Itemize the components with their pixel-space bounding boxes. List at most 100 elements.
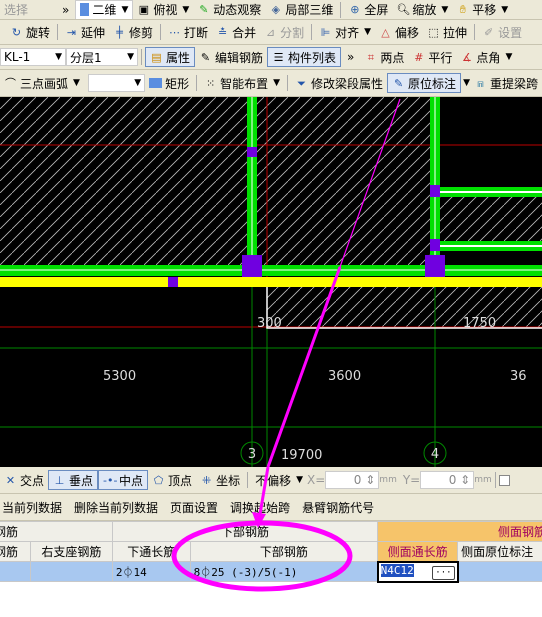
draw-mode-select[interactable]: ▼ (87, 74, 146, 92)
fullscreen-button[interactable]: ⊕ 全屏 (344, 0, 392, 19)
rect-icon (149, 78, 163, 88)
hand-icon: ✋︎ (459, 3, 466, 16)
pan-button[interactable]: ✋︎ 平移 ▼ (452, 0, 512, 19)
dim-3600: 3600 (328, 369, 361, 384)
parallel-button[interactable]: # 平行 (408, 47, 456, 67)
extend-button[interactable]: ⇥ 延伸 (61, 22, 109, 42)
beam-selected-span[interactable] (0, 277, 542, 287)
rotate-checkbox[interactable] (498, 474, 510, 486)
align-button[interactable]: ⊫ 对齐 ▼ (315, 22, 375, 42)
rebar-table: 钢筋 下部钢筋 侧面钢筋 钢筋 右支座钢筋 下通长筋 下部钢筋 侧面通长筋 侧面… (0, 521, 542, 583)
cross-icon: ✕ (5, 473, 16, 487)
break-icon: ⋯ (169, 25, 181, 39)
trim-button[interactable]: ╪ 修剪 (109, 22, 157, 42)
list-icon: ☰ (273, 50, 284, 64)
modify-span-button[interactable]: ⏷ 修改梁段属性 (291, 73, 387, 93)
properties-button[interactable]: ▤ 属性 (145, 47, 196, 67)
snap-toolbar: ✕ 交点 ⊥ 垂点 -•- 中点 ⬠ 顶点 ⁜ 坐标 不偏移 ▼ X= 0 ⇕ mm Y= … (0, 467, 542, 494)
snap-midpoint[interactable]: -•- 中点 (98, 470, 149, 490)
settings-icon: ✐ (483, 25, 494, 39)
smart-place-icon: ⁙ (206, 76, 216, 90)
slab-hatch (0, 97, 435, 265)
align-icon: ⊫ (320, 25, 331, 39)
zoom-button[interactable]: 🔍︎ 缩放 ▼ (392, 0, 452, 19)
split-button[interactable]: ⊿ 分割 (260, 22, 308, 42)
mark-icon: ✎ (393, 76, 404, 90)
column[interactable] (242, 255, 262, 277)
two-point-button[interactable]: ⌗ 两点 (360, 47, 408, 67)
column[interactable] (425, 255, 445, 277)
span-icon: ⩎ (477, 76, 484, 90)
merge-button[interactable]: ≛ 合并 (212, 22, 260, 42)
snap-perpendicular[interactable]: ⊥ 垂点 (48, 470, 99, 490)
cube-icon: ▣ (138, 3, 150, 16)
menu-page-setup[interactable]: 页面设置 (170, 499, 218, 516)
component-select[interactable]: KL-1 ▼ (0, 48, 66, 66)
axis-3: 3 (248, 447, 256, 462)
view-mode-select[interactable]: 二维 ▼ (75, 0, 134, 19)
snap-vertex[interactable]: ⬠ 顶点 (148, 470, 196, 490)
break-button[interactable]: ⋯ 打断 (164, 22, 212, 42)
arc-icon: ⌒ (5, 76, 16, 90)
x-offset-input[interactable]: 0 ⇕ (325, 471, 380, 489)
point-angle-button[interactable]: ∡ 点角 ▼ (456, 47, 516, 67)
pentagon-icon: ⬠ (153, 473, 164, 487)
snap-intersection[interactable]: ✕ 交点 (0, 470, 48, 490)
menu-cantilever-code[interactable]: 悬臂钢筋代号 (302, 499, 374, 516)
3d-icon: ◈ (271, 3, 281, 16)
col-rebar: 钢筋 (0, 541, 31, 562)
layer-select[interactable]: 分层1 ▼ (66, 48, 138, 66)
dim-1750: 1750 (463, 316, 496, 331)
offset-button[interactable]: △ 偏移 (375, 22, 423, 42)
two-point-icon: ⌗ (367, 50, 374, 64)
re-span-button[interactable]: ⩎ 重提梁跨 (470, 73, 542, 93)
menu-delete-column[interactable]: 删除当前列数据 (74, 499, 158, 516)
edit-rebar-button[interactable]: ✎ 编辑钢筋 (195, 47, 267, 67)
rect-button[interactable]: 矩形 (145, 73, 193, 93)
offset-icon: △ (381, 25, 390, 39)
midpoint-icon: -•- (103, 473, 118, 487)
rotate-icon: ↻ (11, 25, 22, 39)
col-side-through: 侧面通长筋 (377, 541, 459, 562)
inplace-mark-button[interactable]: ✎ 原位标注 (387, 73, 462, 93)
drawing-canvas[interactable]: 300 1750 5300 3600 36 19700 3 4 (0, 97, 542, 467)
y-offset-input[interactable]: 0 ⇕ (420, 471, 475, 489)
orbit-icon: ✎ (199, 3, 209, 16)
local3d-button[interactable]: ◈ 局部三维 (265, 0, 337, 19)
smart-place-button[interactable]: ⁙ 智能布置 ▼ (200, 73, 284, 93)
slab-hatch (267, 285, 542, 327)
dim-19700: 19700 (281, 448, 322, 463)
toolbar-view: 选择 » 二维 ▼ ▣ 俯视 ▼ ✎ 动态观察 ◈ 局部三维 ⊕ 全屏 🔍︎ 缩放 ▼ ✋︎ 平移… (0, 0, 542, 20)
grip-point[interactable] (168, 277, 178, 287)
group-header-side: 侧面钢筋 (377, 521, 542, 542)
component-list-button[interactable]: ☰ 构件列表 (267, 47, 342, 67)
select-button[interactable]: 选择 (0, 0, 32, 19)
side-through-input[interactable]: N4C12 ··· (376, 560, 459, 583)
split-icon: ⊿ (265, 25, 276, 39)
snap-coordinate[interactable]: ⁜ 坐标 (196, 470, 244, 490)
col-bottom-rebar: 下部钢筋 (189, 541, 379, 562)
axis-4: 4 (431, 447, 439, 462)
orbit-button[interactable]: ✎ 动态观察 (193, 0, 265, 19)
table-row[interactable]: 2⏀14 8⏀25 (-3)/5(-1) N4C12 ··· (0, 560, 542, 583)
dim-300: 300 (257, 316, 282, 331)
slab-hatch (440, 195, 542, 241)
rotate-button[interactable]: ↻ 旋转 (6, 22, 54, 42)
menu-swap-span[interactable]: 调换起始跨 (230, 499, 290, 516)
settings-button[interactable]: ✐ 设置 (478, 22, 526, 42)
stretch-icon: ⬚ (428, 25, 439, 39)
magnifier-icon: 🔍︎ (396, 3, 411, 16)
offset-mode-select[interactable]: 不偏移 ▼ (251, 470, 307, 490)
extend-icon: ⇥ (66, 25, 77, 39)
pen-icon: ✎ (200, 50, 211, 64)
coordinate-icon: ⁜ (201, 473, 212, 487)
filter-icon: ⏷ (297, 76, 306, 90)
toolbar-component: KL-1 ▼ 分层1 ▼ ▤ 属性 ✎ 编辑钢筋 ☰ 构件列表 » ⌗ 两点 # 平行 ∡ 点角… (0, 45, 542, 70)
parallel-icon: # (414, 50, 424, 64)
menu-current-column[interactable]: 当前列数据 (2, 499, 62, 516)
topview-button[interactable]: ▣ 俯视 ▼ (133, 0, 193, 19)
ellipsis-button[interactable]: ··· (432, 565, 455, 580)
arc-button[interactable]: ⌒ 三点画弧 ▼ (0, 73, 84, 93)
properties-icon: ▤ (151, 50, 162, 64)
stretch-button[interactable]: ⬚ 拉伸 (423, 22, 471, 42)
